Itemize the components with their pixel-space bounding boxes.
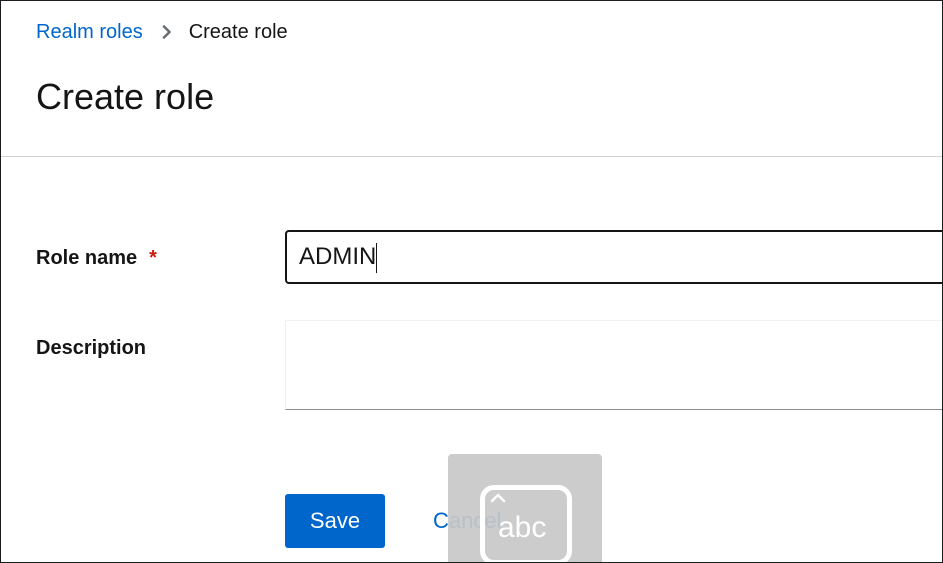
description-textarea[interactable]	[285, 320, 942, 410]
breadcrumb-realm-roles-link[interactable]: Realm roles	[36, 20, 143, 44]
create-role-page: Realm roles Create role Create role Role…	[0, 0, 943, 563]
role-name-label-text: Role name	[36, 247, 138, 269]
required-indicator: *	[149, 247, 157, 269]
description-label: Description	[36, 337, 147, 359]
handwriting-sample-text: abc	[498, 511, 547, 544]
role-name-input[interactable]	[285, 230, 942, 284]
save-button[interactable]: Save	[285, 494, 385, 548]
breadcrumb-current: Create role	[188, 21, 288, 43]
breadcrumb: Realm roles Create role	[36, 20, 288, 44]
role-name-label: Role name *	[36, 246, 157, 270]
page-title: Create role	[36, 76, 215, 117]
handwriting-input-overlay[interactable]: abc	[448, 454, 602, 562]
caret-up-icon	[490, 493, 506, 503]
text-cursor	[376, 243, 377, 273]
page-header: Realm roles Create role Create role	[1, 1, 942, 157]
chevron-right-icon	[157, 25, 177, 39]
